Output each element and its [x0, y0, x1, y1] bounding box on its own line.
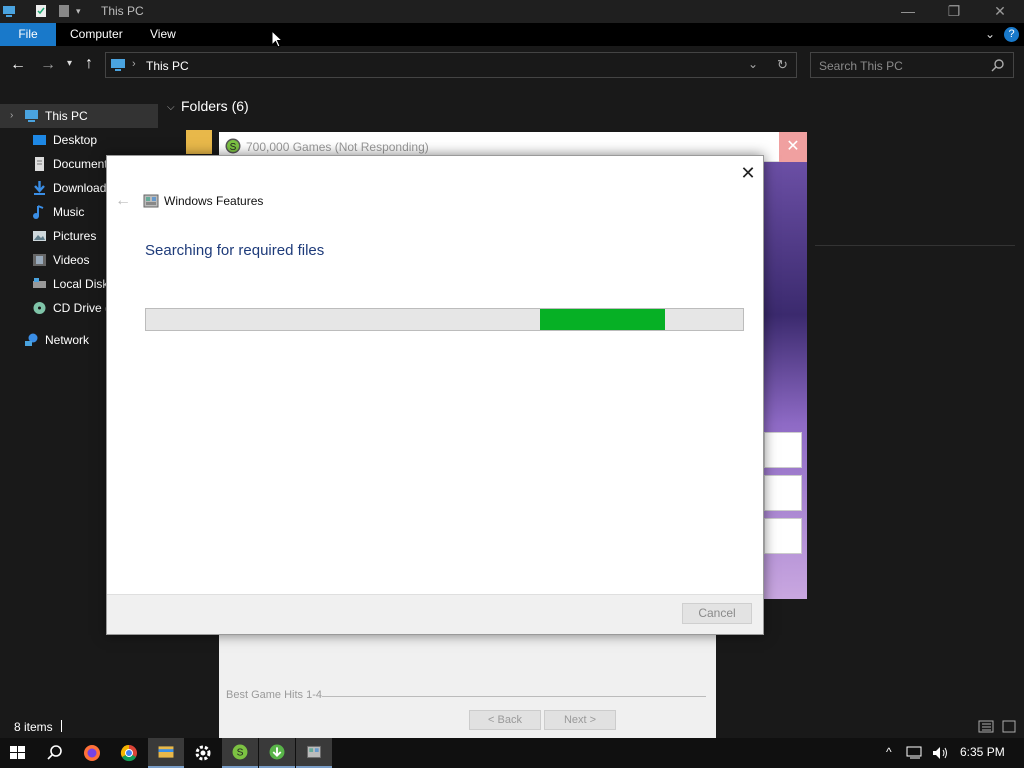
settings-gear-icon[interactable] — [185, 738, 221, 768]
sidebar-item-label: Downloads — [53, 181, 113, 195]
divider — [815, 245, 1015, 246]
new-folder-icon[interactable] — [57, 4, 71, 18]
app-logo-icon: S — [225, 138, 241, 154]
installer-divider — [322, 696, 706, 697]
details-view-icon[interactable] — [978, 720, 994, 733]
installer-option-box — [764, 432, 802, 468]
search-placeholder: Search This PC — [819, 59, 903, 73]
collapse-chevron-icon[interactable]: ⌵ — [167, 102, 175, 113]
dialog-heading: Searching for required files — [145, 242, 325, 259]
installer-close-button[interactable]: ✕ — [779, 132, 807, 162]
recent-locations-icon[interactable]: ▾ — [67, 58, 72, 69]
help-icon[interactable]: ? — [1004, 27, 1019, 42]
dialog-footer: Cancel — [107, 594, 763, 634]
disk-icon — [33, 278, 46, 288]
sidebar-item-label: Network — [45, 333, 90, 347]
sidebar-item-label: Desktop — [53, 133, 98, 147]
computer-icon — [111, 59, 125, 71]
documents-icon — [35, 157, 44, 171]
chrome-icon[interactable] — [111, 738, 147, 768]
downloads-icon — [34, 181, 45, 195]
windows-features-dialog: ✕ ← Windows Features Searching for requi… — [106, 155, 764, 635]
network-icon[interactable] — [906, 746, 924, 760]
system-clock[interactable]: 6:35 PM — [960, 745, 1005, 759]
computer-icon — [3, 6, 15, 17]
cancel-button[interactable]: Cancel — [682, 603, 752, 624]
installer-option-box — [764, 475, 802, 511]
navigation-bar: ← → ▾ ↑ › This PC ⌄ ↻ Search This PC — [0, 46, 1024, 86]
start-button[interactable] — [0, 738, 36, 768]
expand-chevron-icon[interactable]: › — [10, 104, 13, 128]
windows-features-icon — [143, 194, 159, 208]
mouse-cursor-icon — [271, 30, 283, 48]
pictures-icon — [33, 231, 46, 241]
folder-icon[interactable] — [186, 130, 212, 154]
status-divider — [61, 720, 62, 732]
close-button[interactable]: ✕ — [977, 0, 1023, 23]
folders-header[interactable]: Folders (6) — [181, 98, 249, 114]
up-arrow-icon[interactable]: ↑ — [85, 55, 93, 73]
back-arrow-icon[interactable]: ← — [115, 192, 131, 210]
installer-app-icon[interactable] — [259, 738, 295, 768]
file-explorer-icon[interactable] — [148, 738, 184, 768]
network-icon — [25, 333, 38, 346]
window-title: This PC — [101, 4, 144, 18]
dialog-close-button[interactable]: ✕ — [733, 160, 763, 186]
properties-icon[interactable] — [34, 4, 48, 18]
svg-text:S: S — [230, 142, 237, 153]
expand-ribbon-icon[interactable]: ⌄ — [985, 27, 995, 41]
dialog-title: Windows Features — [164, 194, 264, 208]
large-icons-view-icon[interactable] — [1001, 720, 1017, 733]
computer-icon — [25, 110, 38, 122]
search-icon — [991, 59, 1004, 72]
item-count: 8 items — [14, 720, 53, 734]
tab-computer[interactable]: Computer — [60, 23, 133, 46]
installer-option-box — [764, 518, 802, 554]
minimize-button[interactable]: — — [885, 0, 931, 23]
sidebar-item-label: Videos — [53, 253, 90, 267]
progress-bar — [145, 308, 744, 331]
ribbon: File Computer View ⌄ ? — [0, 23, 1024, 46]
maximize-button[interactable]: ❐ — [931, 0, 977, 23]
breadcrumb-chevron-icon: › — [132, 58, 136, 70]
address-text: This PC — [146, 59, 189, 73]
address-bar[interactable]: › This PC ⌄ ↻ — [105, 52, 797, 78]
next-button[interactable]: Next > — [544, 710, 616, 730]
installer-footer-label: Best Game Hits 1-4 — [226, 689, 322, 701]
videos-icon — [33, 254, 46, 266]
refresh-icon[interactable]: ↻ — [777, 57, 788, 73]
sidebar-item-label: Pictures — [53, 229, 97, 243]
installer-title: 700,000 Games (Not Responding) — [246, 140, 429, 154]
sidebar-item-desktop[interactable]: Desktop — [0, 128, 158, 152]
tab-file[interactable]: File — [0, 23, 56, 46]
firefox-icon[interactable] — [74, 738, 110, 768]
music-icon — [33, 205, 44, 219]
back-button[interactable]: < Back — [469, 710, 541, 730]
search-box[interactable]: Search This PC — [810, 52, 1014, 78]
search-icon[interactable] — [37, 738, 73, 768]
forward-arrow-icon[interactable]: → — [40, 56, 56, 74]
sidebar-item-label: Local Disk — [53, 277, 109, 291]
app-logo-icon[interactable]: S — [222, 738, 258, 768]
desktop-icon — [33, 135, 46, 145]
sidebar-item-this-pc[interactable]: › This PC — [0, 104, 158, 128]
sidebar-item-label: Music — [53, 205, 85, 219]
windows-features-icon[interactable] — [296, 738, 332, 768]
customize-toolbar-icon[interactable]: ▾ — [76, 6, 90, 20]
volume-icon[interactable] — [932, 746, 950, 760]
cd-drive-icon — [33, 302, 46, 314]
sidebar-item-label: CD Drive ( — [53, 301, 109, 315]
tab-view[interactable]: View — [140, 23, 186, 46]
progress-bar-fill — [540, 309, 665, 330]
back-arrow-icon[interactable]: ← — [10, 56, 26, 74]
show-hidden-icons-icon[interactable]: ^ — [886, 745, 892, 759]
svg-text:S: S — [237, 748, 244, 759]
sidebar-item-label: Documents — [53, 157, 114, 171]
sidebar-item-label: This PC — [45, 109, 88, 123]
address-dropdown-icon[interactable]: ⌄ — [748, 57, 758, 71]
explorer-title-bar: ▾ This PC — ❐ ✕ — [0, 0, 1024, 23]
taskbar: S ^ 6:35 PM — [0, 738, 1024, 768]
